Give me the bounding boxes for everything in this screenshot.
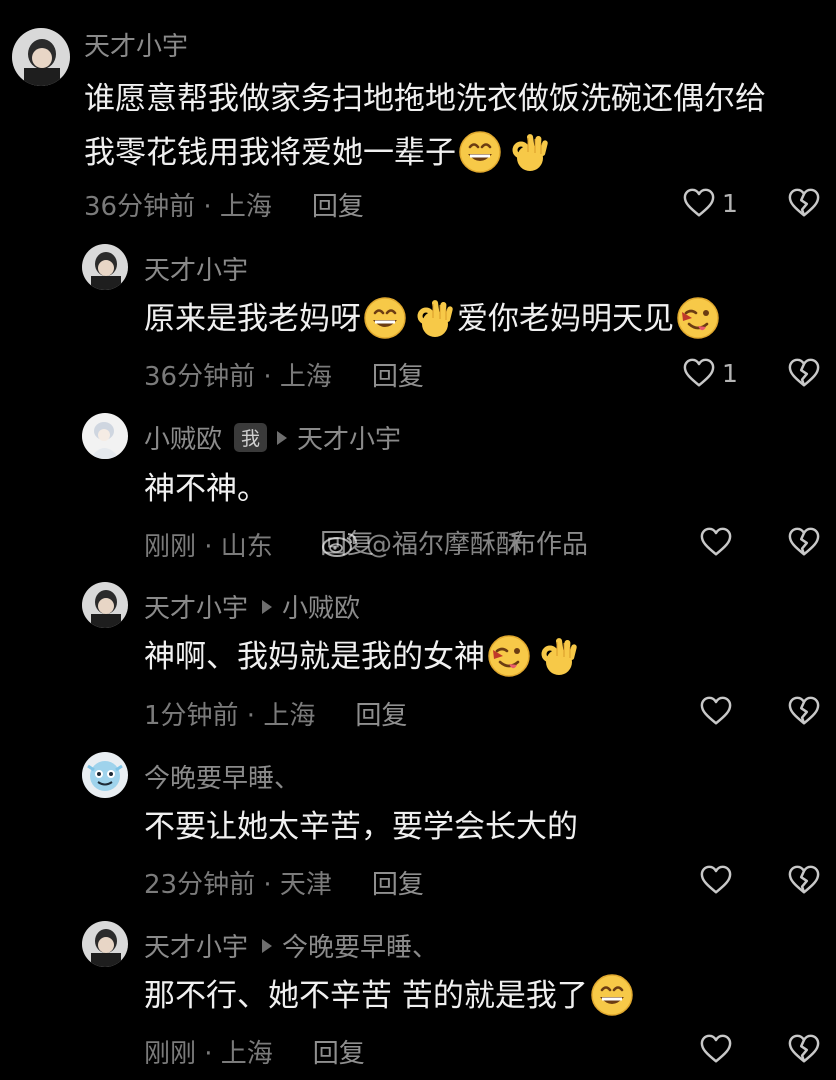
weibo-logo-icon xyxy=(322,532,357,557)
avatar[interactable] xyxy=(82,244,128,290)
like-count: 1 xyxy=(722,188,738,218)
comment-meta: 36分钟前 · 上海 回复 xyxy=(84,186,364,223)
broken-heart-icon xyxy=(787,526,821,558)
username[interactable]: 今晚要早睡、 xyxy=(144,758,300,795)
comment-meta: 刚刚 · 山东 xyxy=(144,526,273,563)
heart-outline-icon xyxy=(699,864,733,896)
time-location: 23分钟前 · 天津 xyxy=(144,870,332,900)
reply-arrow-icon xyxy=(262,599,273,614)
grinning-face-emoji-icon xyxy=(458,130,502,174)
username[interactable]: 天才小宇 xyxy=(144,588,248,625)
like-button[interactable] xyxy=(699,526,733,558)
like-button[interactable]: 1 xyxy=(682,357,738,389)
dislike-button[interactable] xyxy=(787,187,821,219)
comment-meta: 23分钟前 · 天津 回复 xyxy=(144,864,424,901)
avatar[interactable] xyxy=(82,921,128,967)
avatar[interactable] xyxy=(82,413,128,459)
time-location: 刚刚 · 上海 xyxy=(144,1039,273,1069)
broken-heart-icon xyxy=(787,864,821,896)
reply-to-username[interactable]: 天才小宇 xyxy=(297,419,401,456)
username[interactable]: 小贼欧 xyxy=(144,419,222,456)
winking-tongue-face-emoji-icon xyxy=(676,296,720,340)
broken-heart-icon xyxy=(787,695,821,727)
reply-to-username[interactable]: 今晚要早睡、 xyxy=(282,927,438,964)
ok-hand-emoji-icon xyxy=(506,130,550,174)
avatar[interactable] xyxy=(82,752,128,798)
comment-header: 天才小宇 xyxy=(144,250,248,287)
broken-heart-icon xyxy=(787,1033,821,1065)
ok-hand-emoji-icon xyxy=(535,634,579,678)
heart-outline-icon xyxy=(682,357,716,389)
winking-tongue-face-emoji-icon xyxy=(487,634,531,678)
comment-header: 天才小宇 今晚要早睡、 xyxy=(144,927,438,964)
comment-meta: 36分钟前 · 上海 回复 xyxy=(144,356,424,393)
comment-meta: 刚刚 · 上海 回复 xyxy=(144,1033,365,1070)
dislike-button[interactable] xyxy=(787,1033,821,1065)
ok-hand-emoji-icon xyxy=(411,296,455,340)
reply-button[interactable]: 回复 xyxy=(355,695,407,732)
comment-text: 神不神。 xyxy=(144,471,268,507)
time-location: 36分钟前 · 上海 xyxy=(84,192,272,222)
avatar[interactable] xyxy=(82,582,128,628)
comment-header: 小贼欧 我 天才小宇 xyxy=(144,419,401,456)
like-button[interactable] xyxy=(699,695,733,727)
comment-meta: 1分钟前 · 上海 回复 xyxy=(144,695,407,732)
dislike-button[interactable] xyxy=(787,695,821,727)
watermark-text: @福尔摩酥酥 xyxy=(366,530,523,560)
comment-header: 今晚要早睡、 xyxy=(144,758,300,795)
avatar[interactable] xyxy=(12,28,70,86)
comment-text: 不要让她太辛苦，要学会长大的 xyxy=(144,809,578,845)
grinning-face-emoji-icon xyxy=(590,973,634,1017)
username[interactable]: 天才小宇 xyxy=(144,927,248,964)
reply-arrow-icon xyxy=(262,938,273,953)
reply-to-username[interactable]: 小贼欧 xyxy=(282,588,360,625)
heart-outline-icon xyxy=(699,695,733,727)
like-button[interactable]: 1 xyxy=(682,187,738,219)
watermark-suffix: 布作品 xyxy=(510,530,589,560)
like-button[interactable] xyxy=(699,1033,733,1065)
broken-heart-icon xyxy=(787,357,821,389)
like-count: 1 xyxy=(722,358,738,388)
dislike-button[interactable] xyxy=(787,864,821,896)
time-location: 36分钟前 · 上海 xyxy=(144,362,332,392)
reply-button[interactable]: 回复 xyxy=(372,864,424,901)
broken-heart-icon xyxy=(787,187,821,219)
reply-button[interactable]: 回复 xyxy=(372,356,424,393)
username[interactable]: 天才小宇 xyxy=(84,26,188,63)
grinning-face-emoji-icon xyxy=(363,296,407,340)
heart-outline-icon xyxy=(682,187,716,219)
comment-text: 谁愿意帮我做家务扫地拖地洗衣做饭洗碗还偶尔给 xyxy=(84,81,766,117)
comment-text: 原来是我老妈呀 爱你老妈明天见 xyxy=(144,292,722,346)
dislike-button[interactable] xyxy=(787,526,821,558)
comment-header: 天才小宇 xyxy=(84,26,188,63)
reply-arrow-icon xyxy=(277,430,288,445)
dislike-button[interactable] xyxy=(787,357,821,389)
comment-text-line2: 我零花钱用我将爱她一辈子 xyxy=(84,126,552,180)
comment-header: 天才小宇 小贼欧 xyxy=(144,588,360,625)
reply-button[interactable]: 回复 xyxy=(313,1033,365,1070)
like-button[interactable] xyxy=(699,864,733,896)
heart-outline-icon xyxy=(699,526,733,558)
reply-button[interactable]: 回复 xyxy=(312,186,364,223)
heart-outline-icon xyxy=(699,1033,733,1065)
self-badge: 我 xyxy=(234,423,268,452)
watermark: @福尔摩酥酥 布作品 xyxy=(320,524,588,561)
time-location: 1分钟前 · 上海 xyxy=(144,701,316,731)
comment-text: 那不行、她不辛苦 苦的就是我了 xyxy=(144,969,636,1023)
comment-text: 神啊、我妈就是我的女神 xyxy=(144,630,581,684)
username[interactable]: 天才小宇 xyxy=(144,250,248,287)
time-location: 刚刚 · 山东 xyxy=(144,532,273,562)
